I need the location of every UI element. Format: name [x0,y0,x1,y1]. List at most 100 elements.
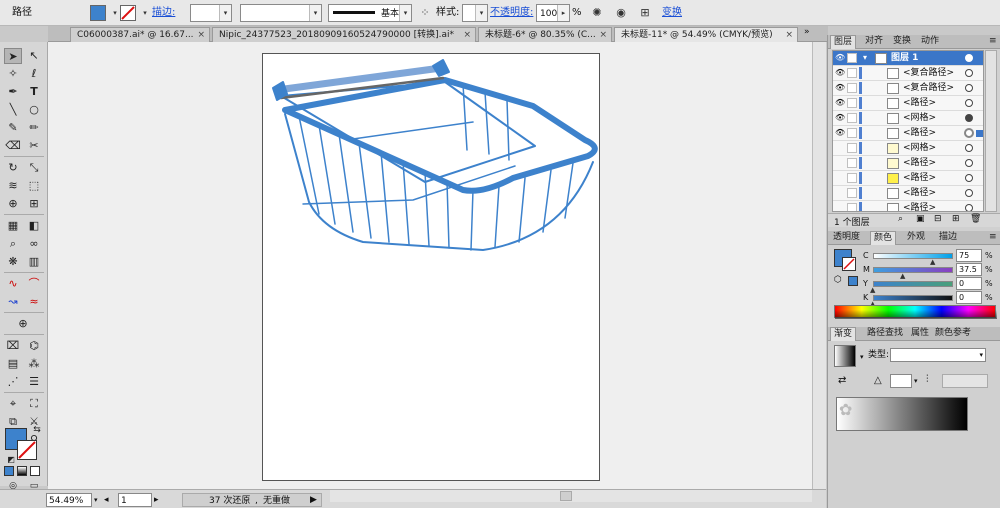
gradient-type-select[interactable]: ▾ [890,348,986,362]
tab-color-guide[interactable]: 颜色参考 [932,327,974,341]
layer-row[interactable]: 👁 <复合路径> [833,81,983,96]
artboard-number-select[interactable]: 1 [118,493,152,507]
scale-tool-icon[interactable]: ⤡ [25,160,43,176]
lasso-tool-icon[interactable]: ℓ [25,66,43,82]
panel-menu-icon[interactable]: ≡ [986,231,1000,245]
eye-icon[interactable]: 👁 [835,53,845,63]
paintbrush-tool-icon[interactable]: ✎ [4,120,22,136]
target-icon[interactable] [965,69,973,77]
close-icon[interactable]: × [599,28,607,42]
swap-fill-stroke-icon[interactable]: ⇆ [28,422,46,438]
tab-pathfinder[interactable]: 路径查找 [864,327,906,341]
stroke-label-link[interactable]: 描边: [152,4,175,22]
shape-builder-tool-icon[interactable]: ⊕ [4,196,22,212]
status-menu-arrow-icon[interactable]: ▶ [310,493,317,507]
tab-document-4[interactable]: 未标题-11* @ 54.49% (CMYK/预览) × [614,27,798,42]
lock-toggle[interactable] [847,68,857,78]
tab-align[interactable]: 对齐 [862,35,886,49]
layer-row[interactable]: <路径> [833,156,983,171]
symbol-sprayer-tool-icon[interactable]: ❋ [4,254,22,270]
horizontal-scrollbar-thumb[interactable] [560,491,572,501]
slider-yellow[interactable]: Y ▲ 0 % [828,277,1000,294]
clipping-mask-icon[interactable]: ▣ [916,214,925,224]
layer-row[interactable]: 👁 ▾ 图层 1 [833,51,983,66]
measure-tool-icon[interactable]: ⌖ [4,396,22,412]
color-mode-icon[interactable] [4,466,14,476]
lock-toggle[interactable] [847,158,857,168]
layers-scrollbar[interactable] [985,50,997,212]
rotate-tool-icon[interactable]: ↻ [4,160,22,176]
document-setup-icon[interactable]: ◉ [612,4,630,22]
selection-indicator[interactable] [976,130,983,137]
gradient-mode-icon[interactable] [17,466,27,476]
layer-row[interactable]: 👁 <复合路径> [833,66,983,81]
fill-swatch[interactable] [90,5,106,21]
eye-icon[interactable]: 👁 [835,113,845,123]
tab-appearance[interactable]: 外观 [904,231,928,245]
lock-toggle[interactable] [847,143,857,153]
tab-transparency[interactable]: 透明度 [830,231,863,245]
ellipse-tool-icon[interactable]: ○ [25,102,43,118]
perspective-grid-tool-icon[interactable]: ⊞ [25,196,43,212]
column-graph-tool-icon[interactable]: ▥ [25,254,43,270]
tab-document-3[interactable]: 未标题-6* @ 80.35% (C... × [478,27,612,42]
layer-row[interactable]: <路径> [833,171,983,186]
eye-icon[interactable]: 👁 [835,83,845,93]
layer-row[interactable]: <路径> [833,186,983,201]
basket-artwork[interactable] [263,54,601,482]
locate-object-icon[interactable]: ⌕ [898,214,903,224]
eye-icon[interactable]: 👁 [835,128,845,138]
lock-toggle[interactable] [847,128,857,138]
selection-tool-icon[interactable]: ➤ [4,48,22,64]
target-icon[interactable] [965,84,973,92]
chart-tool-icon[interactable]: ▤ [4,356,22,372]
tab-attributes[interactable]: 属性 [908,327,932,341]
opacity-input[interactable]: 100 ▸ [536,4,570,22]
brush-definition-select[interactable]: 基本 ▾ [328,4,412,22]
blob-brush-tool-icon[interactable]: ⌫ [4,138,22,154]
red-curve-tool-icon[interactable]: ∿ [4,276,22,292]
target-icon[interactable] [965,54,973,62]
list-tool-icon[interactable]: ☰ [25,374,43,390]
tab-layers[interactable]: 图层 [830,35,857,49]
artboard-tool-icon[interactable]: ⌧ [4,338,22,354]
layer-row[interactable]: <路径> [833,201,983,211]
scatter-tool-icon[interactable]: ⁂ [25,356,43,372]
layer-row[interactable]: <网格> [833,141,983,156]
recolor-artwork-icon[interactable]: ✺ [588,4,606,22]
free-transform-tool-icon[interactable]: ⬚ [25,178,43,194]
reference-point-icon[interactable]: ⊞ [636,4,654,22]
close-icon[interactable]: × [463,28,471,42]
none-mode-icon[interactable] [30,466,40,476]
expand-arrow-icon[interactable]: ▾ [863,53,867,62]
blend-tool-icon[interactable]: ∞ [25,236,43,252]
type-tool-icon[interactable]: T [25,84,43,100]
eye-icon[interactable] [835,203,845,211]
stroke-weight-input[interactable]: ▾ [190,4,232,22]
close-icon[interactable]: × [197,28,205,42]
magic-wand-tool-icon[interactable]: ✧ [4,66,22,82]
eye-icon[interactable] [835,158,845,168]
eye-icon[interactable]: 👁 [835,98,845,108]
trash-icon[interactable]: 🗑 [970,214,981,224]
lock-toggle[interactable] [847,83,857,93]
direct-selection-tool-icon[interactable]: ↖ [25,48,43,64]
tab-stroke[interactable]: 描边 [936,231,960,245]
close-icon[interactable]: × [785,28,793,42]
slice-tool-icon[interactable]: ⌬ [25,338,43,354]
slider-black[interactable]: K ▲ 0 % [828,291,1000,308]
color-spectrum[interactable] [834,305,997,319]
angle-input[interactable] [890,374,912,388]
crosshair-tool-icon[interactable]: ⊕ [14,316,32,332]
stroke-swatch[interactable] [120,5,136,21]
tab-document-2[interactable]: Nipic_24377523_20180909160524790000 [转换]… [212,27,476,42]
vertical-scrollbar[interactable] [812,42,826,489]
tab-color[interactable]: 颜色 [870,231,897,245]
next-artboard-icon[interactable]: ▸ [154,493,159,507]
tab-actions[interactable]: 动作 [918,35,942,49]
eyedropper-tool-icon[interactable]: ⌕ [4,236,22,252]
target-icon[interactable] [965,99,973,107]
tab-document-1[interactable]: C06000387.ai* @ 16.67... × [70,27,210,42]
opacity-label-link[interactable]: 不透明度: [490,4,533,22]
tab-transform[interactable]: 变换 [890,35,914,49]
